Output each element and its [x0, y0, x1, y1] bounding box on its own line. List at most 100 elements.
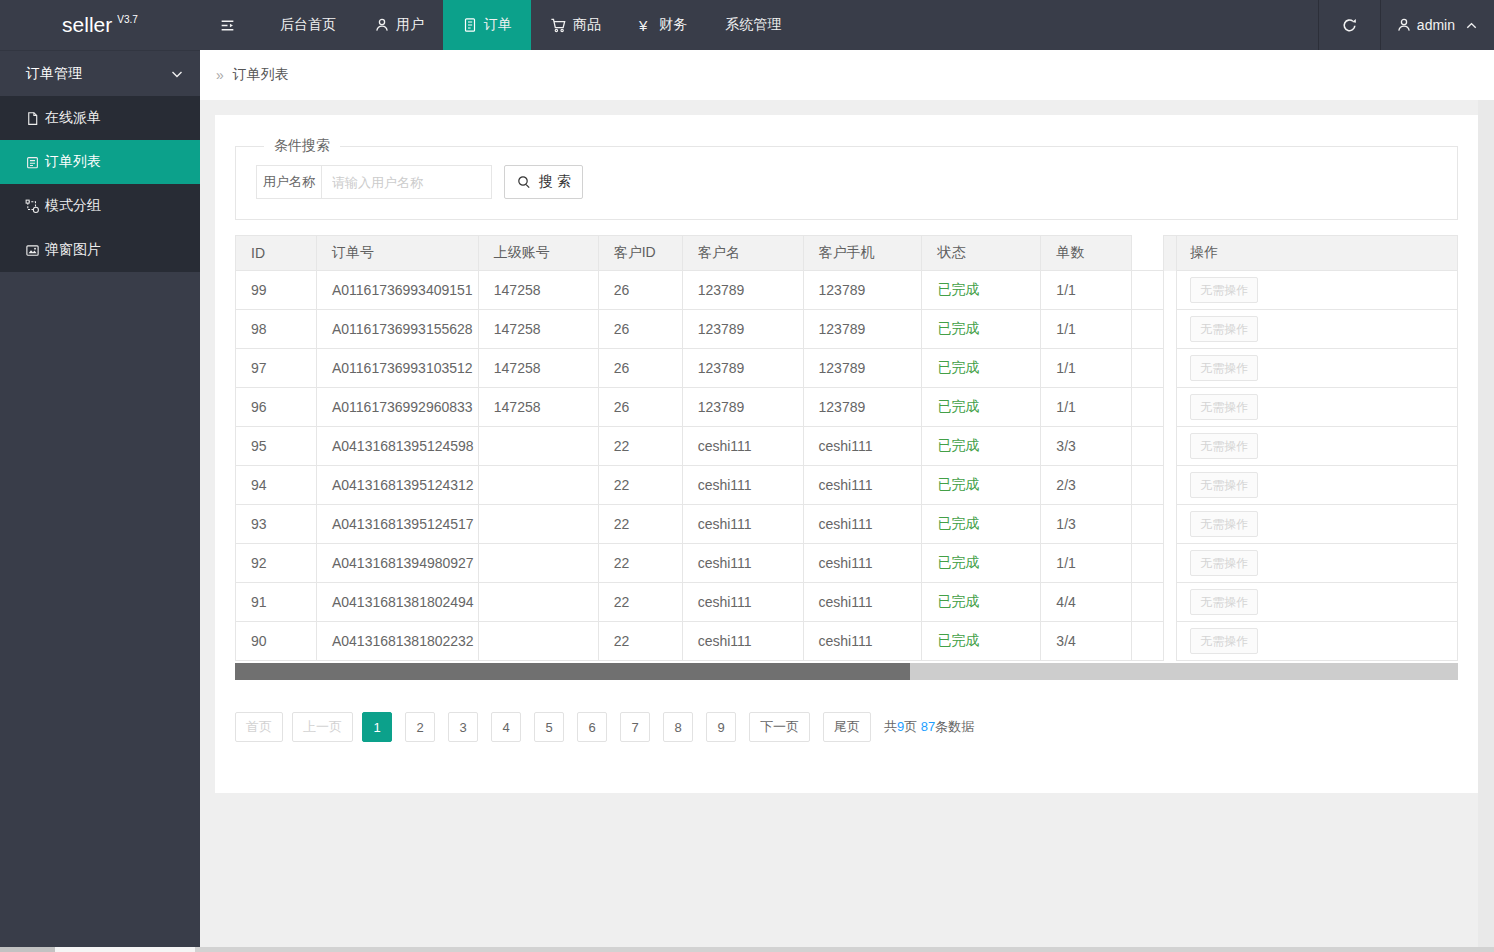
no-action-button[interactable]: 无需操作	[1190, 550, 1258, 576]
cell-filler	[1132, 271, 1164, 310]
cell-id: 96	[235, 388, 317, 427]
pagination-next-button[interactable]: 下一页	[749, 712, 810, 742]
nav-item-label: 后台首页	[280, 16, 336, 34]
cell-order_no: A04131681381802494	[317, 583, 479, 622]
cell-customer_phone: 123789	[804, 388, 923, 427]
cell-customer_id: 22	[599, 583, 683, 622]
scrollbar-thumb[interactable]	[235, 663, 910, 680]
table-row: 93A0413168139512451722ceshi111ceshi111已完…	[235, 505, 1458, 544]
cell-count: 3/3	[1041, 427, 1132, 466]
column-header-0: ID	[235, 235, 317, 271]
table-row: 92A0413168139498092722ceshi111ceshi111已完…	[235, 544, 1458, 583]
no-action-button[interactable]: 无需操作	[1190, 511, 1258, 537]
scrollbar-thumb[interactable]	[55, 947, 195, 952]
breadcrumb-arrow-icon: »	[216, 67, 224, 83]
username-label: admin	[1417, 17, 1455, 33]
sidebar-item-3[interactable]: 弹窗图片	[0, 228, 200, 272]
column-gap	[1164, 466, 1176, 505]
cell-customer_name: ceshi111	[683, 544, 804, 583]
cell-parent	[479, 427, 599, 466]
cell-action: 无需操作	[1176, 466, 1458, 505]
sidebar-item-label: 模式分组	[45, 197, 101, 215]
nav-item-3[interactable]: 商品	[531, 0, 620, 50]
pagination: 首页上一页123456789下一页尾页共9页 87条数据	[235, 712, 1458, 742]
nav-item-5[interactable]: 系统管理	[706, 0, 800, 50]
username-input[interactable]	[322, 165, 492, 199]
search-button[interactable]: 搜 索	[504, 165, 583, 199]
column-header-7: 单数	[1041, 235, 1132, 271]
sidebar-item-1[interactable]: 订单列表	[0, 140, 200, 184]
table-body: 99A0116173699340915114725826123789123789…	[235, 271, 1458, 661]
pagination-page-7[interactable]: 7	[620, 712, 650, 742]
pagination-page-3[interactable]: 3	[448, 712, 478, 742]
no-action-button[interactable]: 无需操作	[1190, 394, 1258, 420]
pagination-first-button[interactable]: 首页	[235, 712, 283, 742]
pagination-last-button[interactable]: 尾页	[823, 712, 871, 742]
pagination-page-1[interactable]: 1	[362, 712, 392, 742]
hamburger-icon	[219, 17, 236, 34]
column-header-filler	[1132, 235, 1164, 271]
nav-item-4[interactable]: ¥财务	[620, 0, 706, 50]
cell-parent	[479, 466, 599, 505]
refresh-button[interactable]	[1319, 0, 1380, 50]
main-area: » 订单列表 条件搜索 用户名称 搜 索 ID订单号上级账号客户ID客户名客户手…	[200, 50, 1494, 952]
cell-filler	[1132, 622, 1164, 661]
no-action-button[interactable]: 无需操作	[1190, 628, 1258, 654]
cell-status: 已完成	[922, 622, 1041, 661]
table-row: 91A0413168138180249422ceshi111ceshi111已完…	[235, 583, 1458, 622]
file-icon	[25, 111, 40, 126]
nav-item-label: 财务	[659, 16, 687, 34]
cell-filler	[1132, 310, 1164, 349]
nav-item-2[interactable]: 订单	[443, 0, 531, 50]
vertical-scrollbar[interactable]	[1478, 100, 1494, 952]
table-header-row: ID订单号上级账号客户ID客户名客户手机状态单数操作	[235, 235, 1458, 271]
no-action-button[interactable]: 无需操作	[1190, 316, 1258, 342]
column-header-4: 客户名	[683, 235, 804, 271]
cell-order_no: A01161736993155628	[317, 310, 479, 349]
no-action-button[interactable]: 无需操作	[1190, 433, 1258, 459]
sidebar-toggle-button[interactable]	[200, 0, 261, 50]
pagination-page-5[interactable]: 5	[534, 712, 564, 742]
no-action-button[interactable]: 无需操作	[1190, 355, 1258, 381]
cell-status: 已完成	[922, 505, 1041, 544]
pagination-page-2[interactable]: 2	[405, 712, 435, 742]
user-menu[interactable]: admin	[1381, 0, 1494, 50]
no-action-button[interactable]: 无需操作	[1190, 589, 1258, 615]
refresh-icon	[1341, 17, 1358, 34]
no-action-button[interactable]: 无需操作	[1190, 472, 1258, 498]
app-version: V3.7	[117, 14, 138, 25]
pagination-page-4[interactable]: 4	[491, 712, 521, 742]
nav-item-1[interactable]: 用户	[355, 0, 443, 50]
cell-status: 已完成	[922, 349, 1041, 388]
column-gap	[1164, 388, 1176, 427]
cell-count: 3/4	[1041, 622, 1132, 661]
pagination-prev-button[interactable]: 上一页	[292, 712, 353, 742]
cell-parent	[479, 622, 599, 661]
cell-customer_name: ceshi111	[683, 427, 804, 466]
cell-customer_id: 22	[599, 622, 683, 661]
pagination-page-8[interactable]: 8	[663, 712, 693, 742]
cell-id: 97	[235, 349, 317, 388]
pagination-page-6[interactable]: 6	[577, 712, 607, 742]
cell-status: 已完成	[922, 544, 1041, 583]
cell-id: 90	[235, 622, 317, 661]
nav-item-label: 用户	[396, 16, 424, 34]
cell-id: 99	[235, 271, 317, 310]
sidebar-group-order-management[interactable]: 订单管理	[0, 50, 200, 96]
sidebar-item-2[interactable]: 模式分组	[0, 184, 200, 228]
cell-parent: 147258	[479, 388, 599, 427]
chevron-up-icon	[1464, 18, 1479, 33]
cell-customer_id: 26	[599, 310, 683, 349]
table-horizontal-scrollbar[interactable]	[235, 663, 1458, 680]
table-row: 98A0116173699315562814725826123789123789…	[235, 310, 1458, 349]
cell-filler	[1132, 544, 1164, 583]
nav-item-0[interactable]: 后台首页	[261, 0, 355, 50]
no-action-button[interactable]: 无需操作	[1190, 277, 1258, 303]
sidebar-item-0[interactable]: 在线派单	[0, 96, 200, 140]
page-horizontal-scrollbar[interactable]	[0, 947, 1494, 952]
cell-parent: 147258	[479, 310, 599, 349]
pagination-page-9[interactable]: 9	[706, 712, 736, 742]
cell-id: 93	[235, 505, 317, 544]
column-header-2: 上级账号	[479, 235, 599, 271]
cell-customer_name: ceshi111	[683, 622, 804, 661]
